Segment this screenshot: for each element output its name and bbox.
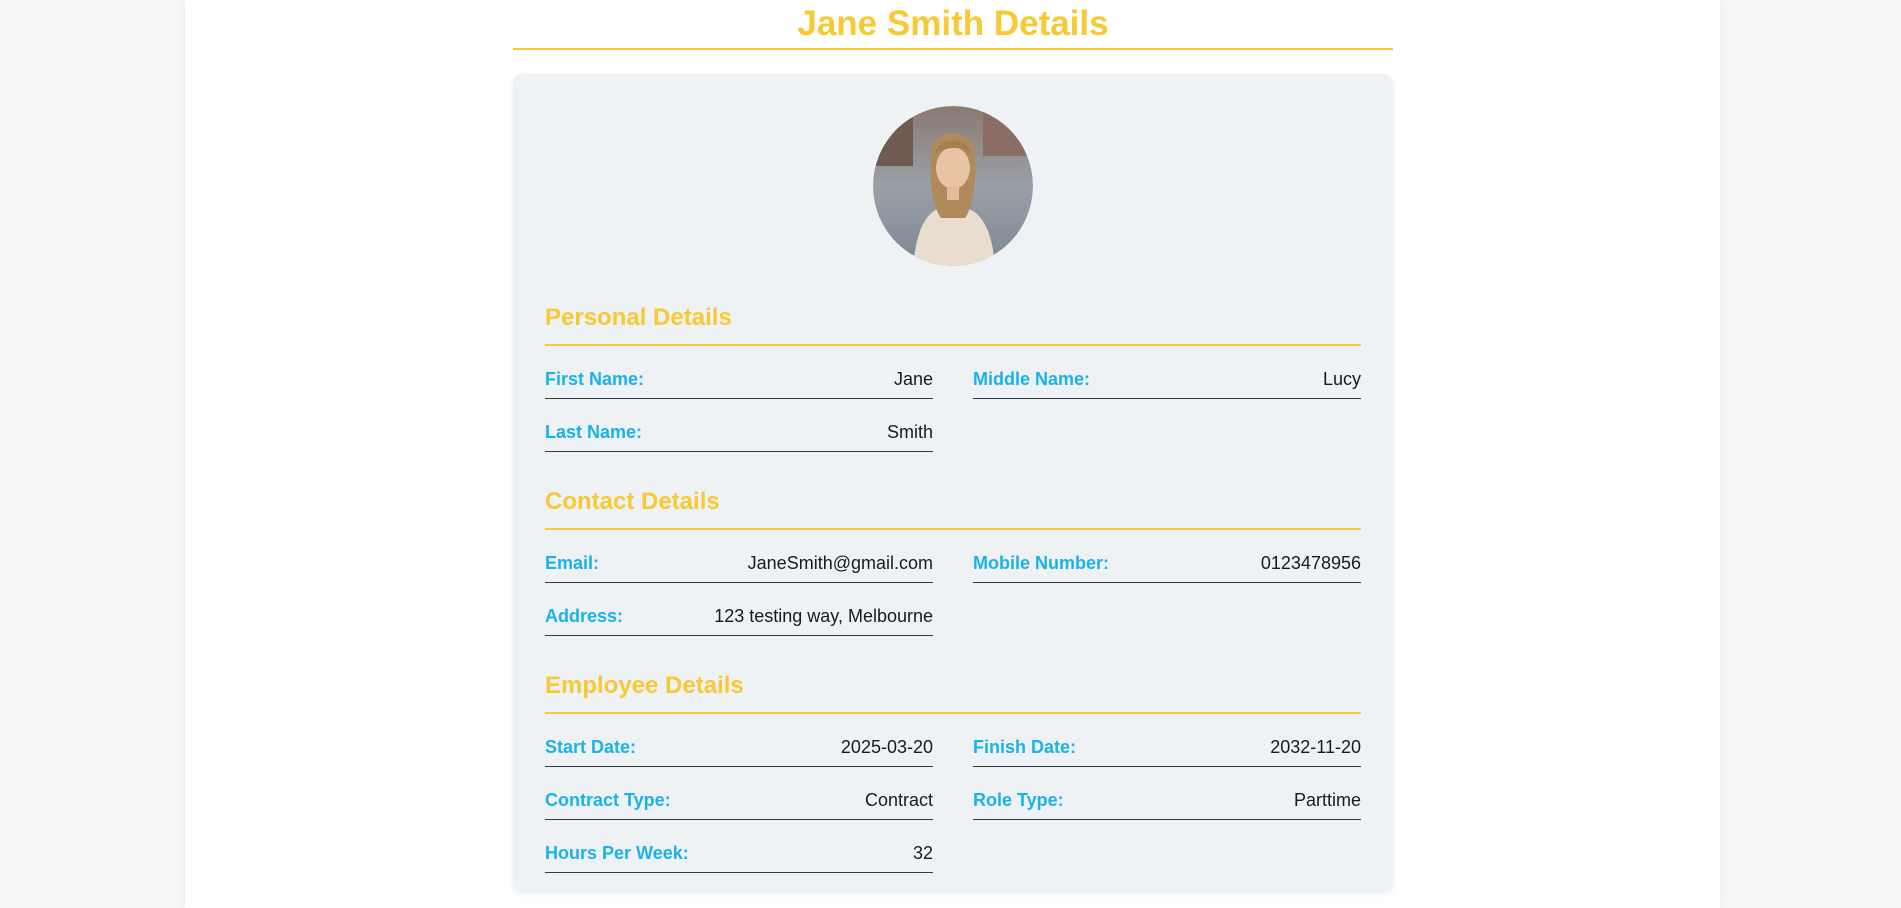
hours-per-week-field: Hours Per Week: 32	[545, 820, 933, 873]
email-field: Email: JaneSmith@gmail.com	[545, 530, 933, 583]
middle-name-field: Middle Name: Lucy	[973, 346, 1361, 399]
contract-type-field: Contract Type: Contract	[545, 767, 933, 820]
section-title-employee: Employee Details	[545, 670, 1361, 714]
employee-details-section: Employee Details Start Date: 2025-03-20 …	[545, 670, 1361, 873]
middle-name-label: Middle Name:	[973, 368, 1091, 389]
start-date-label: Start Date:	[545, 736, 637, 757]
details-container: Jane Smith Details Personal Details Firs…	[513, 0, 1393, 892]
finish-date-field: Finish Date: 2032-11-20	[973, 714, 1361, 767]
address-field: Address: 123 testing way, Melbourne	[545, 583, 933, 636]
personal-details-section: Personal Details First Name: Jane Middle…	[545, 302, 1361, 452]
role-type-label: Role Type:	[973, 789, 1064, 810]
contract-type-label: Contract Type:	[545, 789, 671, 810]
address-value: 123 testing way, Melbourne	[714, 605, 933, 626]
page-title: Jane Smith Details	[513, 0, 1393, 50]
finish-date-label: Finish Date:	[973, 736, 1077, 757]
last-name-label: Last Name:	[545, 421, 643, 442]
hours-per-week-value: 32	[912, 842, 933, 863]
hours-per-week-label: Hours Per Week:	[545, 842, 689, 863]
mobile-number-value: 0123478956	[1260, 552, 1361, 573]
start-date-value: 2025-03-20	[840, 736, 933, 757]
mobile-number-label: Mobile Number:	[973, 552, 1110, 573]
start-date-field: Start Date: 2025-03-20	[545, 714, 933, 767]
last-name-value: Smith	[886, 421, 933, 442]
profile-photo	[873, 106, 1033, 266]
contract-type-value: Contract	[864, 789, 933, 810]
section-title-personal: Personal Details	[545, 302, 1361, 346]
email-value: JaneSmith@gmail.com	[747, 552, 933, 573]
first-name-value: Jane	[893, 368, 933, 389]
page-container: Jane Smith Details Personal Details Firs…	[185, 0, 1720, 908]
role-type-field: Role Type: Parttime	[973, 767, 1361, 820]
contact-details-section: Contact Details Email: JaneSmith@gmail.c…	[545, 486, 1361, 636]
first-name-field: First Name: Jane	[545, 346, 933, 399]
middle-name-value: Lucy	[1322, 368, 1361, 389]
details-card: Personal Details First Name: Jane Middle…	[513, 74, 1393, 892]
last-name-field: Last Name: Smith	[545, 399, 933, 452]
first-name-label: First Name:	[545, 368, 645, 389]
role-type-value: Parttime	[1293, 789, 1361, 810]
address-label: Address:	[545, 605, 624, 626]
mobile-number-field: Mobile Number: 0123478956	[973, 530, 1361, 583]
email-label: Email:	[545, 552, 600, 573]
finish-date-value: 2032-11-20	[1270, 736, 1361, 757]
section-title-contact: Contact Details	[545, 486, 1361, 530]
